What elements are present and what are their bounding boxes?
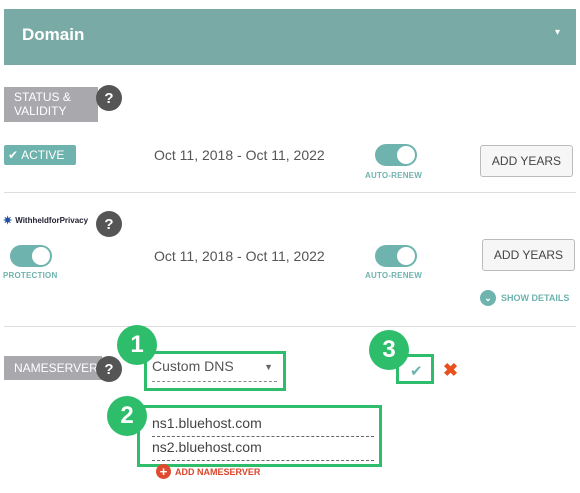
add-nameserver-link[interactable]: + ADD NAMESERVER: [156, 464, 260, 479]
section-title: Domain: [22, 25, 85, 44]
add-years-button[interactable]: ADD YEARS: [480, 145, 573, 177]
privacy-auto-renew-toggle[interactable]: [375, 245, 417, 267]
dns-type-select[interactable]: Custom DNS ▼: [152, 358, 277, 382]
confirm-icon[interactable]: ✔: [410, 362, 423, 380]
divider: [4, 192, 576, 193]
domain-section-header[interactable]: Domain ▾: [4, 9, 576, 65]
chevron-down-icon[interactable]: ▾: [555, 27, 560, 38]
protection-toggle[interactable]: [10, 245, 52, 267]
privacy-logo: ✷ WithheldforPrivacy: [3, 214, 88, 227]
add-nameserver-label: ADD NAMESERVER: [175, 466, 261, 477]
privacy-logo-text: WithheldforPrivacy: [15, 216, 89, 225]
chevron-down-circle-icon: ⌄: [480, 290, 496, 306]
status-badge: ✔ ACTIVE: [4, 145, 76, 165]
help-icon[interactable]: ?: [96, 211, 122, 237]
divider: [4, 326, 576, 327]
auto-renew-toggle[interactable]: [375, 144, 417, 166]
privacy-auto-renew-label: AUTO-RENEW: [365, 271, 422, 280]
privacy-add-years-button[interactable]: ADD YEARS: [482, 239, 575, 271]
check-icon: ✔: [8, 148, 19, 162]
plus-circle-icon: +: [156, 464, 171, 479]
show-details-link[interactable]: ⌄ SHOW DETAILS: [480, 290, 569, 306]
help-icon[interactable]: ?: [96, 85, 122, 111]
privacy-dates: Oct 11, 2018 - Oct 11, 2022: [154, 248, 325, 264]
callout-number-3: 3: [369, 330, 409, 370]
privacy-gear-icon: ✷: [3, 215, 13, 227]
status-badge-label: ACTIVE: [21, 148, 65, 162]
nameserver-2-input[interactable]: ns2.bluehost.com: [152, 439, 374, 461]
registration-dates: Oct 11, 2018 - Oct 11, 2022: [154, 147, 325, 163]
callout-number-2: 2: [107, 396, 147, 436]
callout-number-1: 1: [117, 325, 157, 365]
dropdown-caret-icon: ▼: [264, 362, 273, 372]
nameserver-1-input[interactable]: ns1.bluehost.com: [152, 415, 374, 437]
nameservers-tag: NAMESERVERS: [4, 356, 106, 380]
dns-type-value: Custom DNS: [152, 358, 234, 374]
status-validity-tag: STATUS & VALIDITY: [4, 87, 98, 122]
auto-renew-label: AUTO-RENEW: [365, 171, 422, 180]
cancel-icon[interactable]: ✖: [443, 360, 458, 381]
protection-label: PROTECTION: [3, 271, 58, 280]
help-icon[interactable]: ?: [96, 356, 122, 382]
show-details-label: SHOW DETAILS: [501, 293, 570, 303]
